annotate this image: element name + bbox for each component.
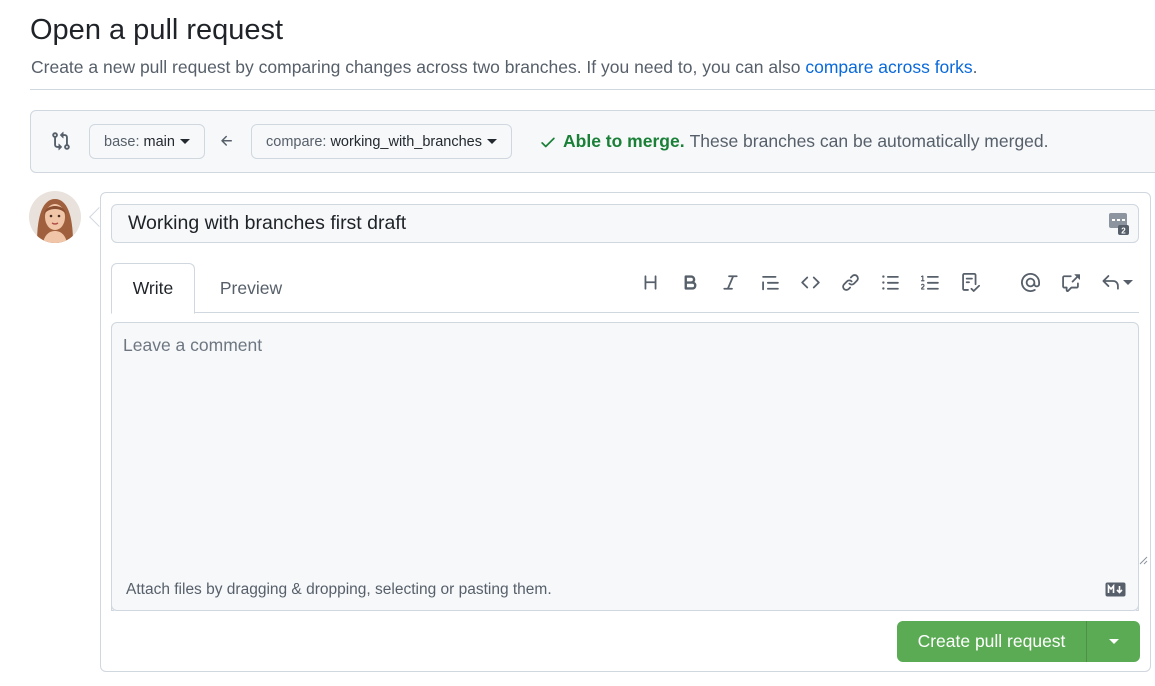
editor-tabs: Write Preview — [111, 263, 1139, 314]
markdown-icon[interactable] — [1105, 582, 1126, 597]
chevron-down-icon — [179, 139, 190, 144]
mention-icon[interactable] — [1019, 271, 1041, 293]
compare-value: working_with_branches — [330, 133, 482, 150]
tab-preview[interactable]: Preview — [203, 263, 299, 313]
header-divider — [30, 89, 1155, 90]
page-title: Open a pull request — [30, 14, 284, 46]
subtitle-end: . — [972, 57, 978, 77]
base-value: main — [143, 133, 175, 150]
create-pull-request-button[interactable]: Create pull request — [897, 621, 1087, 662]
bold-icon[interactable] — [679, 271, 701, 293]
tab-write[interactable]: Write — [111, 263, 195, 314]
check-icon — [541, 137, 555, 147]
compare-across-forks-link[interactable]: compare across forks — [805, 57, 972, 77]
avatar[interactable] — [29, 191, 81, 243]
compare-branch-select[interactable]: compare: working_with_branches — [251, 124, 512, 159]
comment-textarea[interactable] — [111, 322, 1139, 611]
cross-reference-icon[interactable] — [1059, 271, 1081, 293]
compare-label: compare: — [266, 133, 327, 150]
base-branch-select[interactable]: base: main — [89, 124, 205, 159]
svg-text:2: 2 — [1121, 227, 1126, 236]
resize-handle-icon[interactable] — [1138, 555, 1148, 565]
title-input[interactable] — [111, 204, 1139, 243]
merge-status-text: These branches can be automatically merg… — [689, 131, 1049, 151]
create-pull-request-group: Create pull request — [897, 621, 1140, 662]
chevron-down-icon — [486, 139, 497, 144]
ordered-list-icon[interactable] — [919, 271, 941, 293]
heading-icon[interactable] — [639, 271, 661, 293]
italic-icon[interactable] — [719, 271, 741, 293]
attach-files-text: Attach files by dragging & dropping, sel… — [126, 581, 552, 598]
file-attachment-bar[interactable]: Attach files by dragging & dropping, sel… — [111, 571, 1139, 611]
chevron-down-icon — [1123, 279, 1133, 285]
base-label: base: — [104, 133, 140, 150]
merge-status-strong: Able to merge. — [563, 131, 685, 151]
merge-status: Able to merge. These branches can be aut… — [539, 131, 1049, 152]
create-pull-request-dropdown-button[interactable] — [1087, 621, 1140, 662]
subtitle-text: Create a new pull request by comparing c… — [31, 57, 806, 77]
reply-icon[interactable] — [1099, 271, 1135, 293]
saved-replies-icon[interactable]: 2 — [1108, 212, 1130, 236]
link-icon[interactable] — [839, 271, 861, 293]
git-compare-icon — [52, 131, 70, 151]
range-editor: base: main compare: working_with_branche… — [30, 110, 1155, 173]
arrow-left-icon — [219, 133, 235, 154]
quote-icon[interactable] — [759, 271, 781, 293]
unordered-list-icon[interactable] — [879, 271, 901, 293]
pull-request-form: 2 Write Preview — [100, 192, 1151, 672]
page-subtitle: Create a new pull request by comparing c… — [31, 57, 978, 78]
chevron-down-icon — [1108, 639, 1119, 644]
code-icon[interactable] — [799, 271, 821, 293]
task-list-icon[interactable] — [959, 271, 981, 293]
